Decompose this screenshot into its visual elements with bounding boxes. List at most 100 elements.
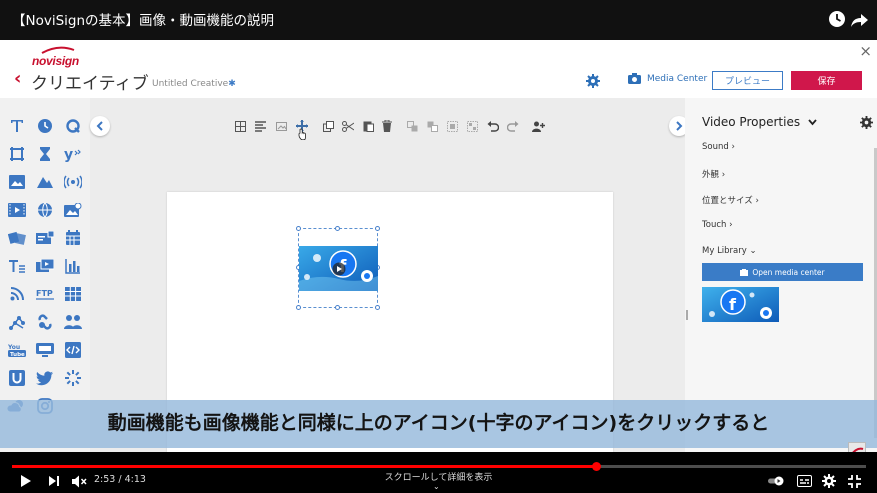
calendar-icon[interactable] <box>62 227 84 249</box>
collapse-left-panel-button[interactable] <box>90 116 110 136</box>
resize-handle[interactable] <box>375 305 380 310</box>
copy-icon[interactable] <box>320 118 336 134</box>
settings-icon[interactable] <box>820 473 838 489</box>
redo-icon[interactable] <box>505 118 521 134</box>
widget-panel: y FTP You Tube <box>0 98 90 452</box>
share-icon[interactable] <box>849 8 871 30</box>
exit-fullscreen-icon[interactable] <box>845 473 863 489</box>
hourglass-icon[interactable] <box>34 143 56 165</box>
text-icon[interactable] <box>6 115 28 137</box>
broadcast-icon[interactable] <box>62 171 84 193</box>
camera-icon <box>628 73 641 84</box>
library-video-thumbnail[interactable]: f <box>702 287 779 322</box>
prop-position-size[interactable]: 位置とサイズ › <box>702 194 759 206</box>
image-icon[interactable] <box>6 171 28 193</box>
twitter-icon[interactable] <box>34 367 56 389</box>
flip-icon[interactable] <box>6 227 28 249</box>
prop-touch[interactable]: Touch › <box>702 220 733 230</box>
properties-gear-icon[interactable] <box>860 114 873 129</box>
svg-text:f: f <box>729 295 737 314</box>
image-gallery-icon[interactable] <box>62 199 84 221</box>
youtube-icon[interactable]: You Tube <box>6 339 28 361</box>
video-frame: 【NoviSignの基本】画像・動画機能の説明 × novisign ‹ クリエ… <box>0 0 877 493</box>
prop-sound[interactable]: Sound › <box>702 142 735 152</box>
properties-title[interactable]: Video Properties <box>702 115 817 129</box>
grid-icon[interactable] <box>232 118 248 134</box>
autoplay-toggle[interactable] <box>768 473 786 489</box>
novisign-logo: novisign <box>32 46 82 68</box>
ungroup-icon[interactable] <box>464 118 480 134</box>
creative-editor: × novisign ‹ クリエイティブ Untitled Creative✱ … <box>0 40 877 452</box>
modified-mark: ✱ <box>228 79 236 89</box>
video-element[interactable]: f <box>299 246 378 291</box>
ftp-icon[interactable]: FTP <box>34 283 56 305</box>
cut-icon[interactable] <box>340 118 356 134</box>
people-icon[interactable] <box>62 311 84 333</box>
svg-text:You: You <box>8 344 20 351</box>
table-icon[interactable] <box>62 283 84 305</box>
logo-text: novisign <box>32 54 79 68</box>
code-icon[interactable] <box>62 339 84 361</box>
globe-icon[interactable] <box>34 199 56 221</box>
open-media-label: Open media center <box>752 267 825 277</box>
align-icon[interactable] <box>252 118 268 134</box>
screen-icon[interactable] <box>34 339 56 361</box>
workspace: y FTP You Tube Video Properties Sound › … <box>0 98 877 452</box>
add-user-icon[interactable] <box>530 118 546 134</box>
link-icon[interactable] <box>34 311 56 333</box>
resize-handle[interactable] <box>335 305 340 310</box>
preview-button[interactable]: プレビュー <box>712 71 783 90</box>
ticker-icon[interactable] <box>34 227 56 249</box>
subtitle-band: 動画機能も画像機能と同様に上のアイコン(十字のアイコン)をクリックすると <box>0 400 877 448</box>
send-back-icon[interactable] <box>424 118 440 134</box>
slideshow-icon[interactable] <box>34 171 56 193</box>
resize-handle[interactable] <box>296 226 301 231</box>
text-format-icon[interactable] <box>6 255 28 277</box>
media-center-button[interactable]: Media Center <box>628 73 707 84</box>
yelp-icon[interactable]: y <box>62 143 84 165</box>
crop-icon[interactable] <box>6 143 28 165</box>
open-media-center-button[interactable]: Open media center <box>702 263 863 281</box>
bring-front-icon[interactable] <box>404 118 420 134</box>
svg-text:Tube: Tube <box>10 352 25 357</box>
undo-icon[interactable] <box>485 118 501 134</box>
video-title[interactable]: 【NoviSignの基本】画像・動画機能の説明 <box>12 9 274 29</box>
bar-chart-icon[interactable] <box>62 255 84 277</box>
properties-title-text: Video Properties <box>702 115 801 129</box>
rss-feed-icon[interactable] <box>6 283 28 305</box>
video-title-bar: 【NoviSignの基本】画像・動画機能の説明 <box>0 0 877 40</box>
u-icon[interactable] <box>6 367 28 389</box>
subtitle-text: 動画機能も画像機能と同様に上のアイコン(十字のアイコン)をクリックすると <box>107 412 770 434</box>
progress-bar[interactable] <box>12 462 866 471</box>
media-playlist-icon[interactable] <box>34 255 56 277</box>
chevron-right-icon <box>676 121 683 131</box>
rss-q-icon[interactable] <box>62 115 84 137</box>
resize-handle[interactable] <box>296 305 301 310</box>
resize-handle[interactable] <box>375 226 380 231</box>
chevron-left-icon <box>96 121 103 131</box>
group-icon[interactable] <box>444 118 460 134</box>
watch-later-icon[interactable] <box>826 8 848 30</box>
chevron-down-icon: ⌄ <box>433 482 440 491</box>
app-header: × novisign ‹ クリエイティブ Untitled Creative✱ … <box>0 40 877 98</box>
prop-my-library[interactable]: My Library ⌄ <box>702 246 757 256</box>
resize-handle[interactable] <box>335 226 340 231</box>
creative-name[interactable]: Untitled Creative✱ <box>152 79 236 89</box>
panel-resize-grip[interactable] <box>686 310 688 320</box>
paste-icon[interactable] <box>360 118 376 134</box>
prop-appearance[interactable]: 外観 › <box>702 168 725 180</box>
delete-icon[interactable] <box>379 118 395 134</box>
close-icon[interactable]: × <box>859 43 872 59</box>
settings-gear-icon[interactable] <box>586 73 600 88</box>
page-title: クリエイティブ <box>31 74 149 94</box>
subtitles-icon[interactable] <box>795 473 813 489</box>
loading-icon[interactable] <box>62 367 84 389</box>
image-frame-icon[interactable] <box>273 118 289 134</box>
back-icon[interactable]: ‹ <box>14 69 21 89</box>
save-button[interactable]: 保存 <box>791 71 862 90</box>
media-icon <box>740 268 749 276</box>
video-icon[interactable] <box>6 199 28 221</box>
clock-icon[interactable] <box>34 115 56 137</box>
social-icon[interactable] <box>6 311 28 333</box>
svg-text:y: y <box>64 147 73 162</box>
